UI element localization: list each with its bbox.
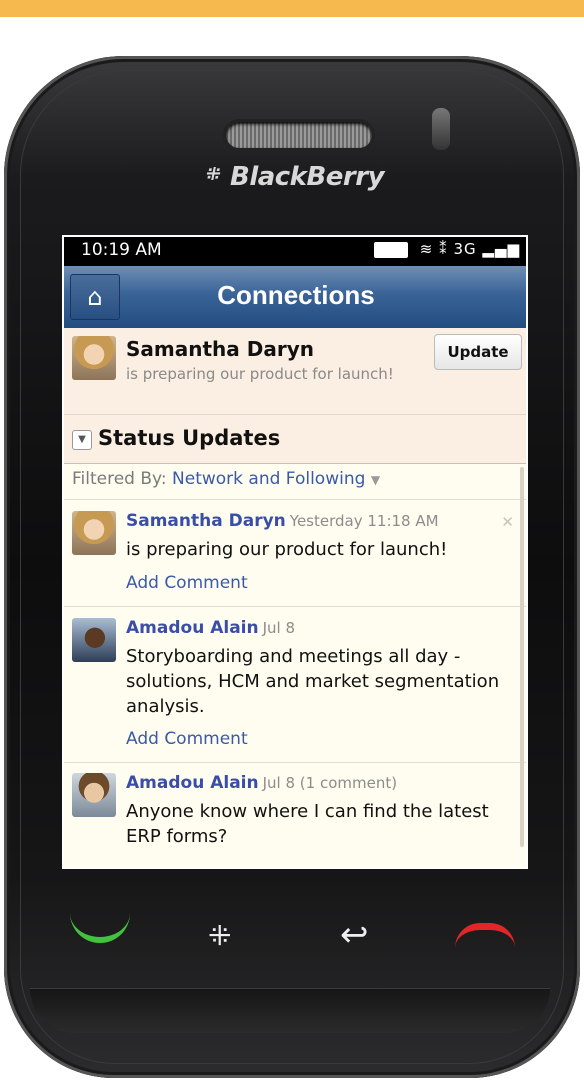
network-type: 3G	[453, 240, 477, 258]
update-time: Jul 8	[262, 619, 296, 637]
signal-icon: ▂▄▆	[482, 240, 520, 258]
add-comment-link[interactable]: Add Comment	[126, 573, 248, 593]
back-key[interactable]: ↩	[340, 915, 369, 955]
status-time: 10:19 AM	[81, 240, 162, 260]
brand-logo: ⁜ BlackBerry	[206, 162, 396, 198]
wifi-icon: ≋	[419, 240, 434, 258]
scrollbar[interactable]	[520, 467, 524, 847]
status-bar: 10:19 AM ≋ ⁑ 3G ▂▄▆	[64, 237, 526, 266]
collapse-icon[interactable]: ▼	[72, 430, 92, 450]
status-updates-header[interactable]: ▼ Status Updates	[64, 415, 526, 464]
profile-name[interactable]: Samantha Daryn	[126, 337, 314, 361]
battery-icon	[374, 241, 409, 258]
filter-label: Filtered By:	[72, 469, 167, 489]
avatar[interactable]	[72, 618, 116, 662]
earpiece-speaker	[226, 122, 372, 148]
list-item: Amadou Alain Jul 8 (1 comment) Anyone kno…	[64, 773, 526, 863]
filter-row: Filtered By: Network and Following ▼	[72, 469, 380, 489]
close-icon[interactable]: ✕	[501, 513, 514, 531]
phone-screen: 10:19 AM ≋ ⁑ 3G ▂▄▆ ⌂ Connections Samant…	[62, 235, 528, 869]
update-time: Jul 8 (1 comment)	[262, 774, 398, 792]
add-comment-link[interactable]: Add Comment	[126, 729, 248, 749]
title-bar: ⌂ Connections	[64, 266, 526, 328]
update-message: is preparing our product for launch!	[126, 539, 448, 560]
filter-dropdown[interactable]: Network and Following	[172, 469, 365, 489]
hardware-keys: ⁜ ↩	[40, 905, 540, 995]
update-author[interactable]: Amadou Alain Jul 8	[126, 618, 295, 638]
divider	[64, 762, 526, 763]
avatar[interactable]	[72, 511, 116, 555]
update-author[interactable]: Amadou Alain Jul 8 (1 comment)	[126, 773, 397, 793]
profile-card: Samantha Daryn is preparing our product …	[64, 328, 526, 415]
end-call-key[interactable]	[455, 923, 515, 948]
update-message: Storyboarding and meetings all day - sol…	[126, 646, 500, 717]
divider	[64, 606, 526, 607]
back-icon: ↩	[340, 915, 369, 955]
menu-icon: ⁜	[208, 919, 232, 952]
update-author[interactable]: Samantha Daryn Yesterday 11:18 AM	[126, 511, 439, 531]
list-item: Amadou Alain Jul 8 Storyboarding and meet…	[64, 618, 526, 760]
divider	[64, 499, 526, 500]
call-key[interactable]	[70, 913, 130, 943]
update-time: Yesterday 11:18 AM	[289, 512, 439, 530]
chevron-down-icon[interactable]: ▼	[371, 473, 380, 487]
top-accent-bar	[0, 0, 584, 17]
bluetooth-icon: ⁑	[439, 240, 448, 258]
brand-name: BlackBerry	[230, 162, 385, 192]
phone-bottom-rim	[30, 988, 550, 1033]
avatar[interactable]	[72, 336, 116, 380]
list-item: Samantha Daryn Yesterday 11:18 AM ✕ is pr…	[64, 511, 526, 603]
blackberry-logo-icon: ⁜	[206, 164, 221, 185]
page-title: Connections	[217, 280, 375, 310]
avatar[interactable]	[72, 773, 116, 817]
update-message: Anyone know where I can find the latest …	[126, 801, 489, 847]
update-button[interactable]: Update	[434, 334, 522, 370]
profile-status: is preparing our product for launch!	[126, 365, 394, 383]
section-title: Status Updates	[98, 426, 281, 450]
status-icons: ≋ ⁑ 3G ▂▄▆	[374, 240, 520, 258]
notification-led	[432, 108, 450, 150]
menu-key[interactable]: ⁜	[208, 919, 231, 952]
